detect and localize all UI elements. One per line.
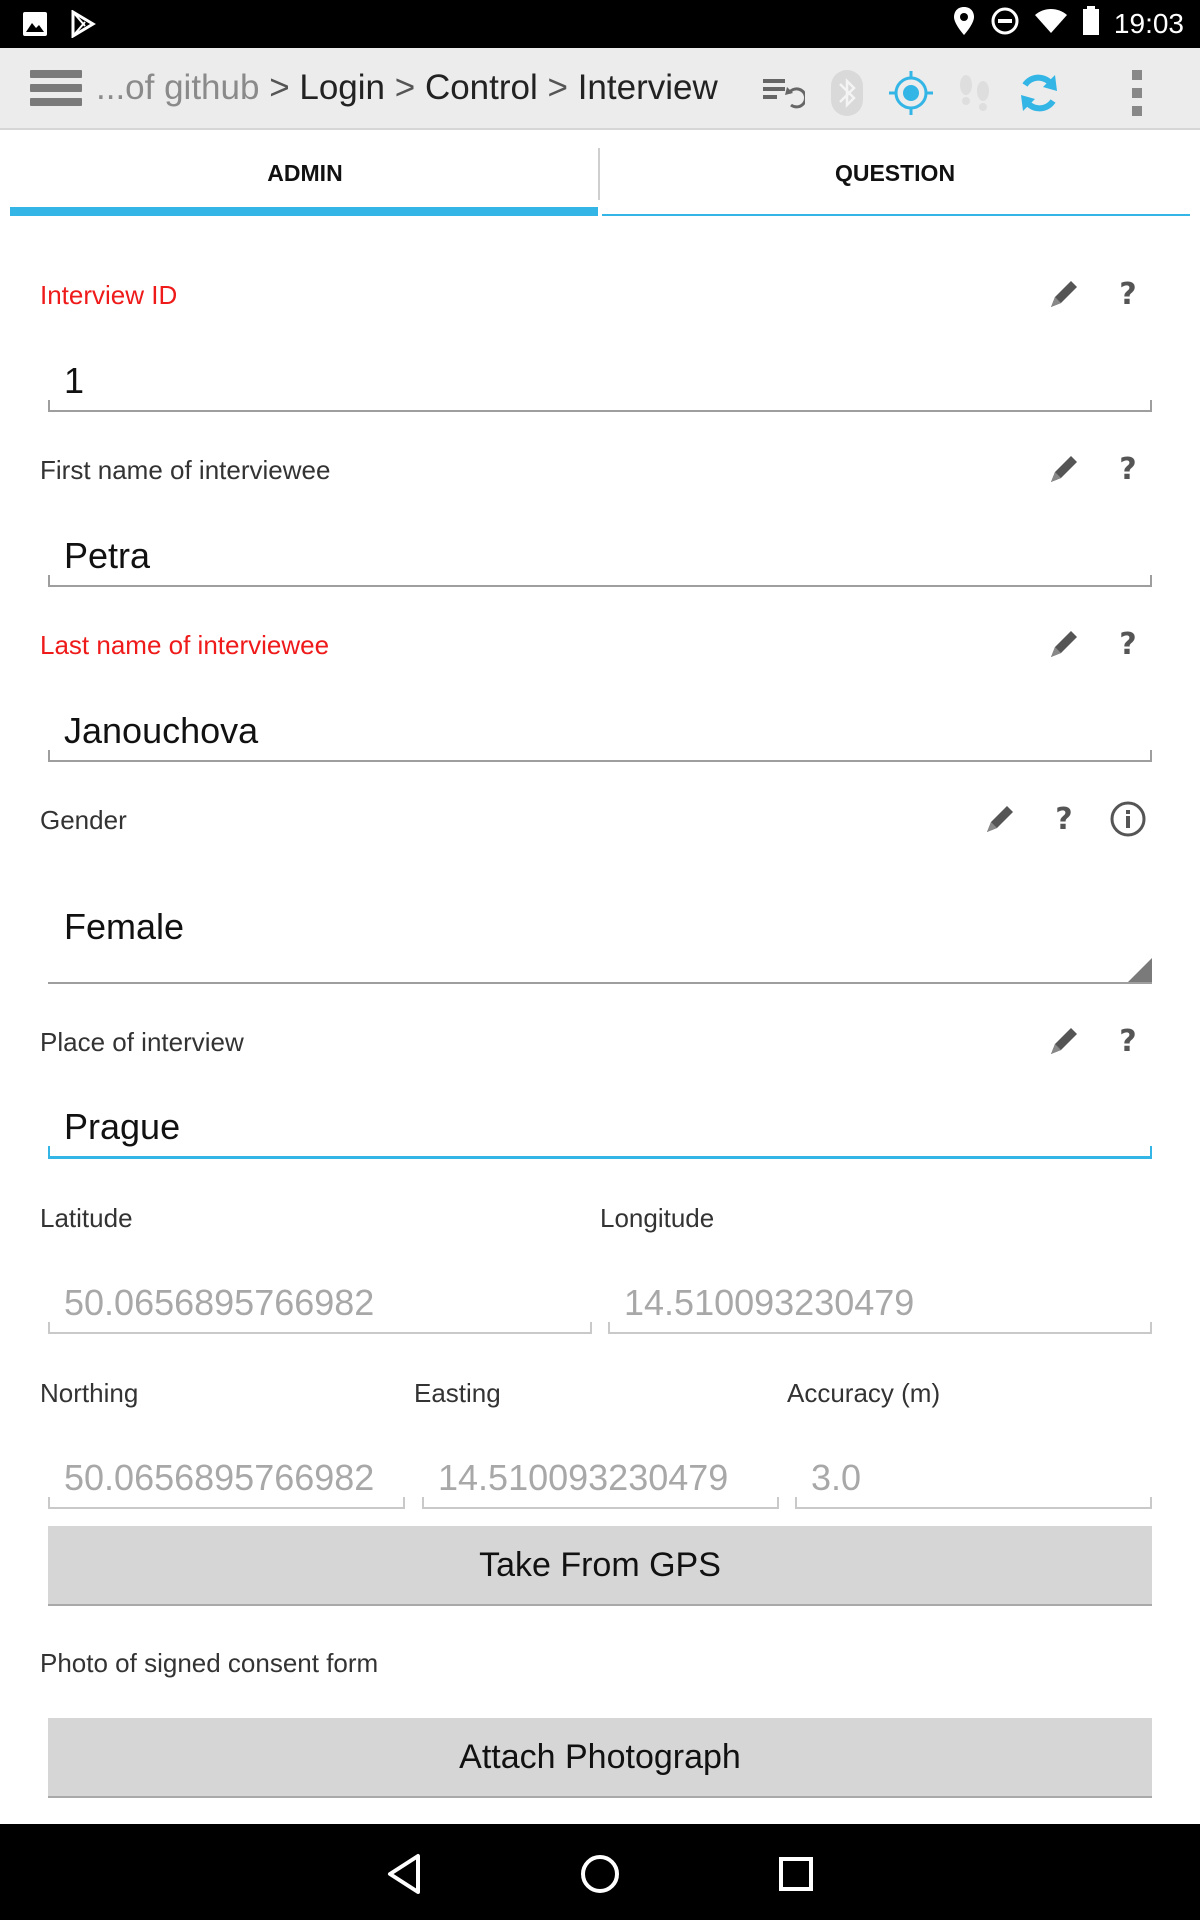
status-time: 19:03 <box>1113 7 1184 39</box>
help-icon[interactable]: ? <box>1106 272 1150 316</box>
bluetooth-icon[interactable] <box>822 68 872 118</box>
status-bar: 19:03 <box>0 0 1200 48</box>
longitude-value: 14.510093230479 <box>624 1282 915 1323</box>
gender-value: Female <box>64 906 185 947</box>
overflow-menu-icon[interactable] <box>1112 68 1162 118</box>
easting-value: 14.510093230479 <box>438 1457 729 1498</box>
breadcrumb-prefix[interactable]: ...of github <box>96 68 259 107</box>
breadcrumb: ...of github > Login > Control > Intervi… <box>96 68 718 108</box>
northing-label: Northing <box>40 1378 139 1408</box>
pencil-icon[interactable] <box>1042 622 1086 666</box>
back-icon[interactable] <box>376 1846 432 1902</box>
help-icon[interactable]: ? <box>1106 1019 1150 1063</box>
image-icon <box>22 11 48 42</box>
last-name-label: Last name of interviewee <box>40 630 330 660</box>
help-icon[interactable]: ? <box>1106 447 1150 491</box>
help-icon[interactable]: ? <box>1042 797 1086 841</box>
sync-list-icon[interactable] <box>758 68 808 118</box>
pencil-icon[interactable] <box>978 797 1022 841</box>
interview-id-value: 1 <box>64 360 85 401</box>
footsteps-icon[interactable] <box>950 68 1000 118</box>
tab-admin[interactable]: ADMIN <box>10 130 600 216</box>
dropdown-arrow-icon <box>1128 958 1152 982</box>
last-name-value: Janouchova <box>64 710 259 751</box>
take-from-gps-button[interactable]: Take From GPS <box>48 1526 1152 1606</box>
breadcrumb-control[interactable]: Control <box>425 68 538 107</box>
pencil-icon[interactable] <box>1042 1019 1086 1063</box>
refresh-icon[interactable] <box>1014 68 1064 118</box>
pencil-icon[interactable] <box>1042 272 1086 316</box>
attach-photograph-button[interactable]: Attach Photograph <box>48 1718 1152 1798</box>
navigation-bar <box>0 1824 1200 1920</box>
breadcrumb-separator: > <box>269 68 290 107</box>
easting-field: 14.510093230479 <box>422 1451 779 1509</box>
northing-value: 50.0656895766982 <box>64 1457 375 1498</box>
latitude-field: 50.0656895766982 <box>48 1276 592 1334</box>
breadcrumb-separator: > <box>547 68 568 107</box>
gender-label: Gender <box>40 805 127 835</box>
latitude-label: Latitude <box>40 1203 133 1233</box>
hamburger-menu-icon[interactable] <box>30 70 82 110</box>
breadcrumb-login[interactable]: Login <box>299 68 385 107</box>
interview-id-label: Interview ID <box>40 280 178 310</box>
place-label: Place of interview <box>40 1027 244 1057</box>
longitude-label: Longitude <box>600 1203 715 1233</box>
accuracy-field: 3.0 <box>795 1451 1152 1509</box>
info-icon[interactable] <box>1106 797 1150 841</box>
do-not-disturb-icon <box>990 6 1020 41</box>
northing-field: 50.0656895766982 <box>48 1451 405 1509</box>
accuracy-label: Accuracy (m) <box>787 1378 941 1408</box>
interview-id-field[interactable]: 1 <box>48 354 1152 412</box>
longitude-field: 14.510093230479 <box>608 1276 1152 1334</box>
pencil-icon[interactable] <box>1042 447 1086 491</box>
wifi-icon <box>1034 8 1068 39</box>
place-value: Prague <box>64 1106 181 1147</box>
accuracy-value: 3.0 <box>811 1457 862 1498</box>
tab-bar: ADMIN QUESTION <box>10 130 1190 216</box>
tab-divider <box>598 148 600 200</box>
first-name-label: First name of interviewee <box>40 455 331 485</box>
tab-question[interactable]: QUESTION <box>600 130 1190 216</box>
gender-dropdown[interactable]: Female <box>48 880 1152 984</box>
breadcrumb-separator: > <box>394 68 416 107</box>
place-field[interactable]: Prague <box>48 1101 1152 1159</box>
home-icon[interactable] <box>572 1846 628 1902</box>
last-name-field[interactable]: Janouchova <box>48 704 1152 762</box>
play-store-icon <box>70 9 96 43</box>
recents-icon[interactable] <box>768 1846 824 1902</box>
battery-icon <box>1082 6 1100 41</box>
first-name-field[interactable]: Petra <box>48 529 1152 587</box>
app-toolbar: ...of github > Login > Control > Intervi… <box>0 48 1200 130</box>
location-pin-icon <box>952 6 976 41</box>
first-name-value: Petra <box>64 535 151 576</box>
photo-label: Photo of signed consent form <box>40 1648 379 1678</box>
breadcrumb-interview[interactable]: Interview <box>578 68 718 107</box>
latitude-value: 50.0656895766982 <box>64 1282 375 1323</box>
help-icon[interactable]: ? <box>1106 622 1150 666</box>
easting-label: Easting <box>414 1378 501 1408</box>
gps-target-icon[interactable] <box>886 68 936 118</box>
